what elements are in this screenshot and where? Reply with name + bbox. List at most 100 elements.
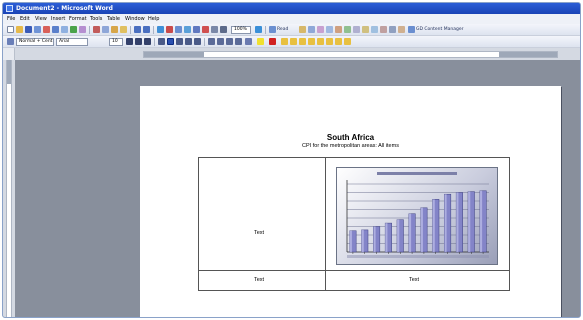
help-icon[interactable]	[255, 26, 262, 33]
table-cell-bottom-right[interactable]: Text	[409, 277, 419, 283]
addin-icon[interactable]	[326, 26, 333, 33]
insert-excel-icon[interactable]	[184, 26, 191, 33]
font-color-icon[interactable]	[269, 38, 276, 45]
chart-bar-highlight	[432, 199, 435, 252]
columns-icon[interactable]	[193, 26, 200, 33]
bullets-icon[interactable]	[217, 38, 224, 45]
align-left-icon[interactable]	[158, 38, 165, 45]
menu-insert[interactable]: Insert	[51, 14, 65, 24]
addin-icon[interactable]	[317, 26, 324, 33]
new-document-icon[interactable]	[7, 26, 14, 33]
menu-help[interactable]: Help	[148, 14, 159, 24]
copy-icon[interactable]	[102, 26, 109, 33]
save-icon[interactable]	[25, 26, 32, 33]
table-cell-bottom-left[interactable]: Text	[254, 277, 264, 283]
justify-icon[interactable]	[185, 38, 192, 45]
gd-content-manager-icon[interactable]	[408, 26, 415, 33]
tables-borders-icon[interactable]	[166, 26, 173, 33]
menu-table[interactable]: Table	[107, 14, 120, 24]
undo-icon[interactable]	[134, 26, 141, 33]
line-spacing-icon[interactable]	[194, 38, 201, 45]
font-size-dropdown[interactable]: 10	[109, 38, 123, 46]
addin-icon[interactable]	[308, 38, 315, 45]
addin-icon[interactable]	[344, 38, 351, 45]
document-title: South Africa	[326, 133, 375, 142]
print-preview-icon[interactable]	[61, 26, 68, 33]
drawing-icon[interactable]	[202, 26, 209, 33]
decrease-indent-icon[interactable]	[226, 38, 233, 45]
styles-icon[interactable]	[7, 38, 14, 45]
addin-icon[interactable]	[335, 26, 342, 33]
chart-header-band	[377, 172, 457, 175]
addin-icon[interactable]	[308, 26, 315, 33]
numbering-icon[interactable]	[208, 38, 215, 45]
left-margin	[144, 52, 204, 57]
format-painter-icon[interactable]	[120, 26, 127, 33]
horizontal-ruler	[3, 48, 580, 60]
word-window: Document2 - Microsoft Word File Edit Vie…	[2, 2, 581, 318]
top-margin	[7, 60, 11, 84]
tab-selector[interactable]	[3, 48, 15, 60]
addin-icon[interactable]	[281, 38, 288, 45]
menu-edit[interactable]: Edit	[20, 14, 30, 24]
increase-indent-icon[interactable]	[235, 38, 242, 45]
addin-icon[interactable]	[389, 26, 396, 33]
menu-window[interactable]: Window	[125, 14, 145, 24]
addin-icon[interactable]	[290, 38, 297, 45]
addin-icon[interactable]	[299, 26, 306, 33]
toolbar-separator	[89, 26, 90, 34]
read-button[interactable]: Read	[277, 24, 288, 36]
redo-icon[interactable]	[143, 26, 150, 33]
gd-content-manager-button[interactable]: GD Content Manager	[416, 24, 463, 36]
addin-icon[interactable]	[335, 38, 342, 45]
underline-icon[interactable]	[144, 38, 151, 45]
font-dropdown[interactable]: Arial	[56, 38, 88, 46]
chart-bar-highlight	[479, 190, 483, 252]
word-app-icon[interactable]	[6, 5, 13, 12]
toolbar-separator	[154, 38, 155, 46]
title-bar: Document2 - Microsoft Word	[3, 3, 580, 14]
show-hide-icon[interactable]	[220, 26, 227, 33]
align-center-icon[interactable]	[167, 38, 174, 45]
ruler-bar[interactable]	[143, 51, 558, 58]
highlight-icon[interactable]	[257, 38, 264, 45]
document-table[interactable]: Text Text Text	[198, 157, 510, 291]
addin-icon[interactable]	[344, 26, 351, 33]
toolbar-separator	[265, 26, 266, 34]
border-icon[interactable]	[245, 38, 252, 45]
addin-icon[interactable]	[299, 38, 306, 45]
email-icon[interactable]	[43, 26, 50, 33]
italic-icon[interactable]	[135, 38, 142, 45]
addin-icon[interactable]	[326, 38, 333, 45]
print-icon[interactable]	[52, 26, 59, 33]
cut-icon[interactable]	[93, 26, 100, 33]
vertical-ruler-bar[interactable]	[6, 60, 12, 317]
addin-icon[interactable]	[353, 26, 360, 33]
zoom-dropdown[interactable]: 100%	[231, 26, 251, 34]
research-icon[interactable]	[79, 26, 86, 33]
addin-icon[interactable]	[317, 38, 324, 45]
style-dropdown[interactable]: Normal + Cent	[16, 38, 54, 46]
addin-icon[interactable]	[380, 26, 387, 33]
bold-icon[interactable]	[126, 38, 133, 45]
addin-icon[interactable]	[362, 26, 369, 33]
menu-tools[interactable]: Tools	[90, 14, 102, 24]
document-map-icon[interactable]	[211, 26, 218, 33]
insert-table-icon[interactable]	[175, 26, 182, 33]
addin-icon[interactable]	[398, 26, 405, 33]
chart-bar-highlight	[385, 223, 388, 252]
menu-file[interactable]: File	[7, 14, 15, 24]
align-right-icon[interactable]	[176, 38, 183, 45]
cpi-chart[interactable]	[336, 167, 498, 265]
menu-format[interactable]: Format	[69, 14, 87, 24]
hyperlink-icon[interactable]	[157, 26, 164, 33]
document-page[interactable]: South Africa CPI for the metropolitan ar…	[140, 86, 561, 317]
paste-icon[interactable]	[111, 26, 118, 33]
permission-icon[interactable]	[34, 26, 41, 33]
menu-view[interactable]: View	[35, 14, 47, 24]
open-folder-icon[interactable]	[16, 26, 23, 33]
addin-icon[interactable]	[371, 26, 378, 33]
spelling-icon[interactable]	[70, 26, 77, 33]
read-icon[interactable]	[269, 26, 276, 33]
table-cell-top-left[interactable]: Text	[254, 230, 264, 236]
